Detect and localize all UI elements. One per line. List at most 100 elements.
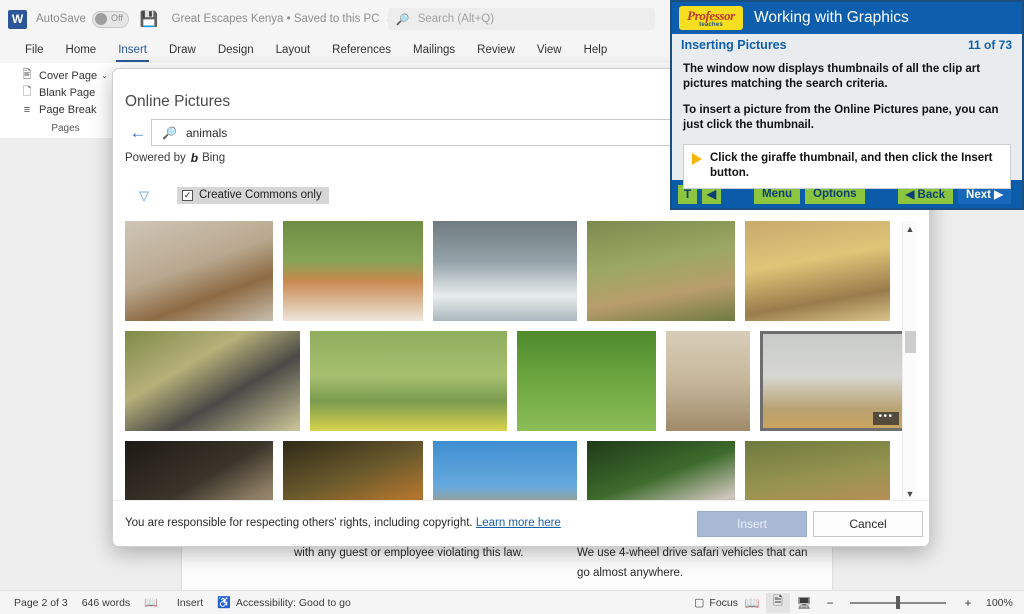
thumbnail-rabbit[interactable] — [517, 331, 656, 431]
bing-icon: b — [191, 151, 198, 165]
status-bar: Page 2 of 3 646 words 📖 Insert ♿ Accessi… — [0, 590, 1024, 614]
autosave-state-label: Off — [111, 13, 123, 23]
thumbnail-goslings[interactable] — [745, 221, 890, 321]
thumbnail-beagle[interactable] — [283, 221, 423, 321]
professor-title: Working with Graphics — [754, 9, 909, 27]
creative-commons-checkbox[interactable]: ✓ — [182, 190, 193, 201]
tab-mailings[interactable]: Mailings — [402, 38, 466, 63]
accessibility-label: Accessibility: Good to go — [236, 597, 351, 609]
read-mode-icon[interactable]: 📖 — [740, 593, 764, 613]
thumbnail-zebra[interactable] — [125, 331, 300, 431]
search-icon: 🔍 — [162, 126, 177, 140]
print-layout-icon[interactable]: 🗎 — [766, 593, 790, 613]
accessibility-status[interactable]: ♿ Accessibility: Good to go — [217, 596, 351, 609]
professor-teaches-overlay: Professor teaches Working with Graphics … — [670, 0, 1024, 210]
scrollbar-thumb[interactable] — [905, 331, 916, 353]
word-count[interactable]: 646 words — [82, 597, 130, 609]
professor-teaches-logo-icon: Professor teaches — [679, 6, 743, 30]
creative-commons-filter[interactable]: ✓ Creative Commons only — [177, 187, 329, 204]
dialog-footer: You are responsible for respecting other… — [113, 500, 930, 546]
insert-button[interactable]: Insert — [697, 511, 807, 537]
rights-text: You are responsible for respecting other… — [125, 517, 473, 529]
thumbnail-monkey[interactable] — [283, 441, 423, 501]
zoom-slider-thumb[interactable] — [896, 596, 900, 609]
chevron-down-icon[interactable]: ▼ — [903, 486, 917, 501]
zoom-slider[interactable] — [850, 596, 946, 610]
word-application-window: W AutoSave Off 💾 Great Escapes Kenya • S… — [0, 0, 1024, 614]
logo-line-1: Professor — [687, 9, 735, 22]
tab-layout[interactable]: Layout — [265, 38, 322, 63]
back-arrow-icon[interactable]: ← — [125, 123, 151, 143]
focus-button[interactable]: ▢ Focus — [694, 596, 738, 609]
thumbnail-meerkat[interactable] — [666, 331, 750, 431]
page-break-button[interactable]: ≡ Page Break — [10, 101, 121, 118]
professor-subtitle-bar: Inserting Pictures 11 of 73 — [672, 34, 1022, 56]
dialog-title: Online Pictures — [125, 93, 230, 111]
thumbnail-row: ••• — [125, 331, 900, 431]
cover-page-button[interactable]: 🖹 Cover Page ⌄ — [10, 67, 121, 84]
professor-header: Professor teaches Working with Graphics — [672, 2, 1022, 34]
chevron-down-icon[interactable]: ⌄ — [101, 71, 108, 80]
zoom-out-button[interactable]: − — [818, 593, 842, 613]
thumbnail-giraffe[interactable]: ••• — [760, 331, 905, 431]
zoom-level-label[interactable]: 100% — [986, 597, 1016, 609]
thumbnail-lynx[interactable] — [587, 221, 735, 321]
chevron-up-icon[interactable]: ▲ — [903, 221, 917, 236]
web-layout-icon[interactable]: 🖥 — [792, 593, 816, 613]
cover-page-label: Cover Page — [39, 70, 97, 82]
learn-more-link[interactable]: Learn more here — [476, 517, 561, 529]
thumbnail-swan[interactable] — [433, 221, 577, 321]
focus-label: Focus — [709, 597, 738, 609]
document-title: Great Escapes Kenya • Saved to this PC — [172, 13, 380, 25]
logo-line-2: teaches — [699, 22, 723, 28]
page-break-icon: ≡ — [20, 104, 34, 116]
thumbnail-bee-eaters[interactable] — [310, 331, 507, 431]
creative-commons-label: Creative Commons only — [199, 189, 322, 201]
blank-page-label: Blank Page — [39, 87, 95, 99]
blank-page-button[interactable]: 🗋 Blank Page — [10, 84, 121, 101]
tab-home[interactable]: Home — [55, 38, 108, 63]
tab-review[interactable]: Review — [466, 38, 526, 63]
autosave-toggle[interactable]: Off — [92, 11, 129, 28]
focus-icon: ▢ — [694, 596, 704, 609]
tab-design[interactable]: Design — [207, 38, 265, 63]
thumbnail-lion[interactable] — [745, 441, 890, 501]
tab-view[interactable]: View — [526, 38, 573, 63]
ribbon-group-pages: 🖹 Cover Page ⌄ 🗋 Blank Page ≡ Page Break… — [10, 67, 122, 135]
thumbnail-row — [125, 221, 900, 321]
cancel-button[interactable]: Cancel — [813, 511, 923, 537]
bing-label: Bing — [202, 152, 225, 164]
tab-references[interactable]: References — [321, 38, 402, 63]
proofing-icon[interactable]: 📖 — [144, 596, 163, 609]
status-bar-right: ▢ Focus 📖 🗎 🖥 − + 100% — [680, 593, 1016, 613]
page-indicator[interactable]: Page 2 of 3 — [14, 597, 68, 609]
rights-notice: You are responsible for respecting other… — [125, 517, 561, 529]
search-placeholder: Search (Alt+Q) — [418, 13, 494, 25]
thumbnail-grid[interactable]: ••• — [125, 221, 919, 501]
save-icon[interactable]: 💾 — [140, 10, 159, 28]
document-paragraph-right: We use 4-wheel drive safari vehicles tha… — [577, 543, 812, 583]
autosave-toggle-knob — [95, 13, 107, 25]
tab-draw[interactable]: Draw — [158, 38, 207, 63]
zoom-in-button[interactable]: + — [956, 593, 980, 613]
lesson-progress: 11 of 73 — [968, 38, 1012, 52]
thumbnail-more-options-icon[interactable]: ••• — [873, 412, 899, 425]
thumbnail-marmoset[interactable] — [587, 441, 735, 501]
thumbnail-giraffe-head[interactable] — [433, 441, 577, 501]
blank-page-icon: 🗋 — [20, 83, 34, 102]
tab-file[interactable]: File — [14, 38, 55, 63]
thumbnail-scrollbar[interactable]: ▲ ▼ — [902, 221, 917, 501]
tab-insert[interactable]: Insert — [107, 38, 158, 63]
thumbnail-boar[interactable] — [125, 221, 273, 321]
accessibility-icon: ♿ — [217, 596, 231, 609]
thumbnail-ram[interactable] — [125, 441, 273, 501]
instruction-paragraph-1: The window now displays thumbnails of al… — [683, 62, 1011, 92]
tab-help[interactable]: Help — [573, 38, 619, 63]
instruction-callout: Click the giraffe thumbnail, and then cl… — [683, 144, 1011, 189]
search-input[interactable]: 🔍 Search (Alt+Q) — [388, 8, 655, 30]
play-triangle-icon — [692, 153, 702, 165]
filter-icon[interactable]: ▽ — [139, 188, 161, 204]
insert-mode-label[interactable]: Insert — [177, 597, 203, 609]
page-break-label: Page Break — [39, 104, 96, 116]
word-logo-icon: W — [8, 10, 27, 29]
